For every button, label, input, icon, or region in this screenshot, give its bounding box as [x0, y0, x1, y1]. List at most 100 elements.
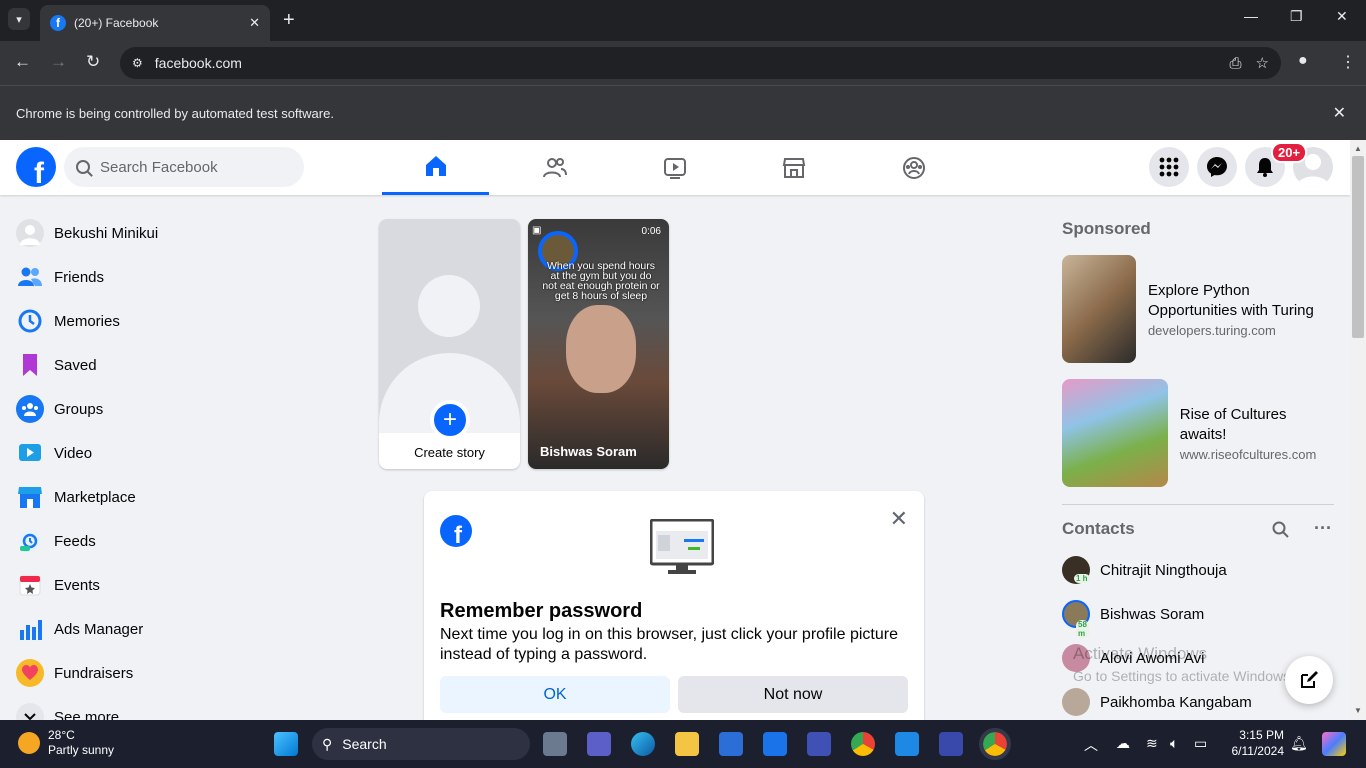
teams-icon[interactable] [587, 732, 611, 756]
tab-close-icon[interactable]: ✕ [249, 15, 260, 31]
sidebar-item-fundraisers[interactable]: Fundraisers [8, 651, 348, 695]
minimize-button[interactable]: — [1244, 8, 1258, 24]
browser-tab-facebook[interactable]: f (20+) Facebook ✕ [40, 5, 270, 41]
onedrive-icon[interactable]: ☁ [1116, 735, 1130, 752]
calendar-icon [16, 571, 44, 599]
sidebar-item-friends[interactable]: Friends [8, 255, 348, 299]
not-now-button[interactable]: Not now [678, 676, 908, 713]
active-time-badge: 1 h [1074, 574, 1090, 583]
contact-avatar [1062, 688, 1090, 716]
tab-search-button[interactable]: ▾ [8, 8, 30, 30]
facebook-logo[interactable]: f [16, 147, 56, 187]
edge-icon[interactable] [631, 732, 655, 756]
sidebar-item-profile[interactable]: Bekushi Minikui [8, 211, 348, 255]
sidebar-item-saved[interactable]: Saved [8, 343, 348, 387]
volume-icon[interactable]: 🔈︎ [1170, 735, 1178, 752]
tab-groups[interactable] [860, 140, 967, 195]
menu-grid-button[interactable] [1149, 147, 1189, 187]
notepad-icon[interactable] [895, 732, 919, 756]
messenger-button[interactable] [1197, 147, 1237, 187]
back-button[interactable]: ← [14, 52, 31, 72]
sidebar-item-label: Marketplace [54, 488, 136, 506]
tab-marketplace[interactable] [740, 140, 847, 195]
address-bar[interactable]: ⚙ facebook.com ⎙ ☆ [120, 47, 1281, 79]
install-app-icon[interactable]: ⎙ [1230, 55, 1242, 72]
contact-item[interactable]: Paikhomba Kangabam [1062, 684, 1252, 720]
ad-url: developers.turing.com [1147, 322, 1276, 338]
plus-icon[interactable]: + [430, 400, 470, 440]
window-close-button[interactable]: ✕ [1336, 8, 1348, 25]
video-icon [16, 439, 44, 467]
menu-kebab-icon[interactable]: ⋮ [1340, 52, 1356, 72]
marketplace-icon [782, 157, 805, 178]
sidebar-item-marketplace[interactable]: Marketplace [8, 475, 348, 519]
create-story-label: Create story [414, 445, 485, 460]
store-icon[interactable] [719, 732, 743, 756]
task-view-icon[interactable] [543, 732, 567, 756]
sidebar-item-memories[interactable]: Memories [8, 299, 348, 343]
sponsored-ad-riseofcultures[interactable]: Rise of Cultures awaits! www.riseofcultu… [1062, 379, 1334, 487]
contact-name: Bishwas Soram [1100, 605, 1205, 623]
copilot-icon[interactable] [1322, 732, 1346, 756]
chrome-active-icon[interactable] [979, 728, 1011, 760]
app-icon[interactable] [807, 732, 831, 756]
placeholder-head [418, 275, 480, 337]
friend-story-card[interactable]: ▣ 0:06 When you spend hours at the gym b… [528, 219, 669, 469]
sidebar-item-feeds[interactable]: Feeds [8, 519, 348, 563]
profile-icon[interactable]: ● [1298, 52, 1308, 70]
site-info-icon[interactable]: ⚙ [132, 56, 143, 70]
mail-icon[interactable] [763, 732, 787, 756]
sidebar-item-events[interactable]: Events [8, 563, 348, 607]
url-text[interactable]: facebook.com [155, 55, 1216, 71]
file-explorer-icon[interactable] [675, 732, 699, 756]
sponsored-ad-turing[interactable]: Explore Python Opportunities with Turing… [1062, 255, 1334, 363]
browser-tabstrip: ▾ f (20+) Facebook ✕ + — ❐ ✕ [0, 0, 1366, 41]
restore-button[interactable]: ❐ [1290, 8, 1303, 25]
search-input[interactable] [100, 158, 280, 176]
contact-avatar: 58 m [1062, 600, 1090, 638]
sidebar-item-video[interactable]: Video [8, 431, 348, 475]
scroll-down-arrow-icon[interactable]: ▼ [1354, 706, 1362, 715]
bookmark-star-icon[interactable]: ☆ [1256, 54, 1269, 72]
notification-bell-icon[interactable]: 🔔︎ [1290, 735, 1308, 752]
reel-icon: ▣ [532, 225, 542, 236]
video-play-icon [663, 157, 686, 179]
story-author-name: Bishwas Soram [540, 444, 637, 459]
contacts-more-icon[interactable]: ··· [1314, 518, 1332, 539]
scroll-up-arrow-icon[interactable]: ▲ [1354, 144, 1362, 153]
create-story-card[interactable]: + Create story [379, 219, 520, 469]
sidebar-item-groups[interactable]: Groups [8, 387, 348, 431]
chrome-icon[interactable] [851, 732, 875, 756]
new-tab-button[interactable]: + [283, 9, 295, 32]
notification-badge: 20+ [1271, 142, 1308, 163]
ok-button[interactable]: OK [440, 676, 670, 713]
browser-toolbar: ← → ↻ ⚙ facebook.com ⎙ ☆ ● ⋮ [0, 41, 1366, 85]
sidebar-item-ads-manager[interactable]: Ads Manager [8, 607, 348, 651]
temperature: 28°C [48, 728, 75, 742]
facebook-search[interactable] [64, 147, 304, 187]
reload-button[interactable]: ↻ [86, 52, 100, 72]
partly-sunny-icon [18, 732, 40, 754]
new-message-button[interactable] [1285, 656, 1333, 704]
battery-icon[interactable]: ▭ [1194, 735, 1207, 752]
windows-start-icon[interactable] [274, 732, 298, 756]
tray-chevron-icon[interactable]: ︿ [1084, 735, 1098, 755]
tab-home[interactable] [382, 140, 489, 195]
scrollbar-thumb[interactable] [1352, 156, 1364, 338]
weather-widget[interactable]: 28°C Partly sunny [18, 728, 114, 758]
taskbar-search[interactable]: ⚲ Search [312, 728, 530, 760]
contact-item[interactable]: 1 h Chitrajit Ningthouja [1062, 552, 1227, 588]
infobar-close-icon[interactable]: ✕ [1333, 103, 1346, 123]
wifi-icon[interactable]: ≋ [1146, 735, 1158, 752]
contact-item[interactable]: 58 m Bishwas Soram [1062, 596, 1205, 638]
forward-button[interactable]: → [50, 52, 67, 72]
tab-friends[interactable] [501, 140, 608, 195]
bell-icon [1257, 158, 1273, 177]
sidebar-item-label: Feeds [54, 532, 96, 550]
taskbar-clock[interactable]: 3:15 PM 6/11/2024 [1224, 727, 1285, 759]
tab-video[interactable] [621, 140, 728, 195]
close-icon[interactable]: ✕ [890, 506, 908, 532]
search-icon: ⚲ [322, 735, 333, 752]
app-icon-2[interactable] [939, 732, 963, 756]
contacts-search-icon[interactable] [1272, 521, 1290, 544]
